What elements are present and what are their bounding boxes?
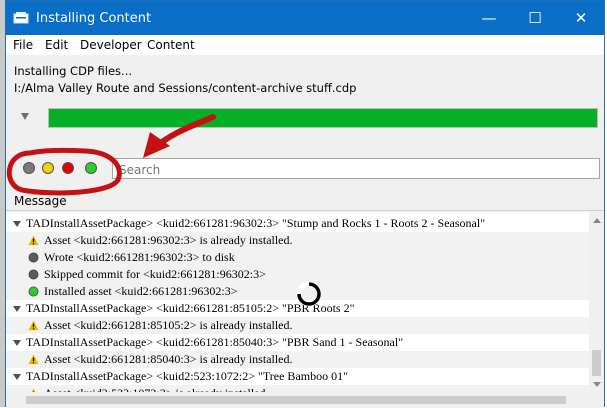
log-message-text: TADInstallAssetPackage> <kuid2:661281:96… [26,215,485,232]
maximize-icon: ☐ [528,9,541,27]
busy-cursor-icon [296,281,322,307]
app-icon [13,10,29,26]
expand-icon[interactable] [13,306,21,312]
warning-icon [28,235,39,246]
maximize-button[interactable]: ☐ [512,1,558,35]
expand-icon[interactable] [13,221,21,227]
log-entry-row[interactable]: Asset <kuid2:523:1072:2> is already inst… [6,385,589,392]
filter-errors-button[interactable] [62,162,74,174]
info-dot-icon [28,252,39,263]
close-button[interactable]: ✕ [558,1,604,35]
log-message-text: Asset <kuid2:523:1072:2> is already inst… [44,385,269,392]
expand-icon[interactable] [13,374,21,380]
log-message-text: TADInstallAssetPackage> <kuid2:523:1072:… [26,368,348,385]
column-header[interactable]: Message [6,191,604,211]
filter-warnings-button[interactable] [42,162,54,174]
horizontal-scroll-thumb[interactable] [26,396,566,404]
search-field[interactable] [112,158,600,179]
info-dot-icon [28,269,39,280]
menu-bar: File Edit Developer Content [6,35,604,55]
warning-icon [28,354,39,365]
menu-file[interactable]: File [13,38,33,52]
log-entry-row[interactable]: Asset <kuid2:661281:85105:2> is already … [6,317,589,334]
log-message-text: Asset <kuid2:661281:96302:3> is already … [44,232,293,249]
menu-edit[interactable]: Edit [45,38,68,52]
scroll-up-icon[interactable] [593,218,601,223]
horizontal-scrollbar[interactable] [6,392,589,408]
filter-all-button[interactable] [23,162,35,174]
installing-content-window: Installing Content — ☐ ✕ File Edit Devel… [5,0,605,407]
title-bar[interactable]: Installing Content — ☐ ✕ [6,1,604,35]
minimize-icon: — [482,9,497,27]
menu-developer[interactable]: Developer [80,38,142,52]
success-dot-icon [28,286,39,297]
expand-icon[interactable] [13,340,21,346]
progress-fill [49,109,597,127]
log-message-text: TADInstallAssetPackage> <kuid2:661281:85… [26,334,403,351]
warning-icon [28,320,39,331]
status-line: Installing CDP files... [14,63,356,80]
scroll-down-icon[interactable] [593,382,601,387]
close-icon: ✕ [575,9,588,27]
log-entry-row[interactable]: Asset <kuid2:661281:85040:3> is already … [6,351,589,368]
menu-content[interactable]: Content [147,38,195,52]
filter-success-button[interactable] [85,162,97,174]
log-message-text: Installed asset <kuid2:661281:96302:3> [44,283,238,300]
file-path: I:/Alma Valley Route and Sessions/conten… [14,80,356,97]
log-entry-row[interactable]: Wrote <kuid2:661281:96302:3> to disk [6,249,589,266]
vertical-scroll-thumb[interactable] [592,350,601,376]
vertical-scrollbar[interactable] [589,212,604,408]
window-title: Installing Content [36,11,151,26]
column-header-message: Message [14,194,67,208]
minimize-button[interactable]: — [466,1,512,35]
log-message-text: Skipped commit for <kuid2:661281:96302:3… [44,266,266,283]
collapse-toggle-icon[interactable] [21,113,29,120]
log-message-text: Wrote <kuid2:661281:96302:3> to disk [44,249,235,266]
log-message-text: Asset <kuid2:661281:85040:3> is already … [44,351,293,368]
log-message-text: Asset <kuid2:661281:85105:2> is already … [44,317,293,334]
log-entry-row[interactable]: Asset <kuid2:661281:96302:3> is already … [6,232,589,249]
search-input[interactable] [117,160,591,179]
status-text: Installing CDP files... I:/Alma Valley R… [14,63,356,97]
progress-bar [48,108,598,128]
filter-bar [6,155,604,183]
progress-row [6,105,604,131]
